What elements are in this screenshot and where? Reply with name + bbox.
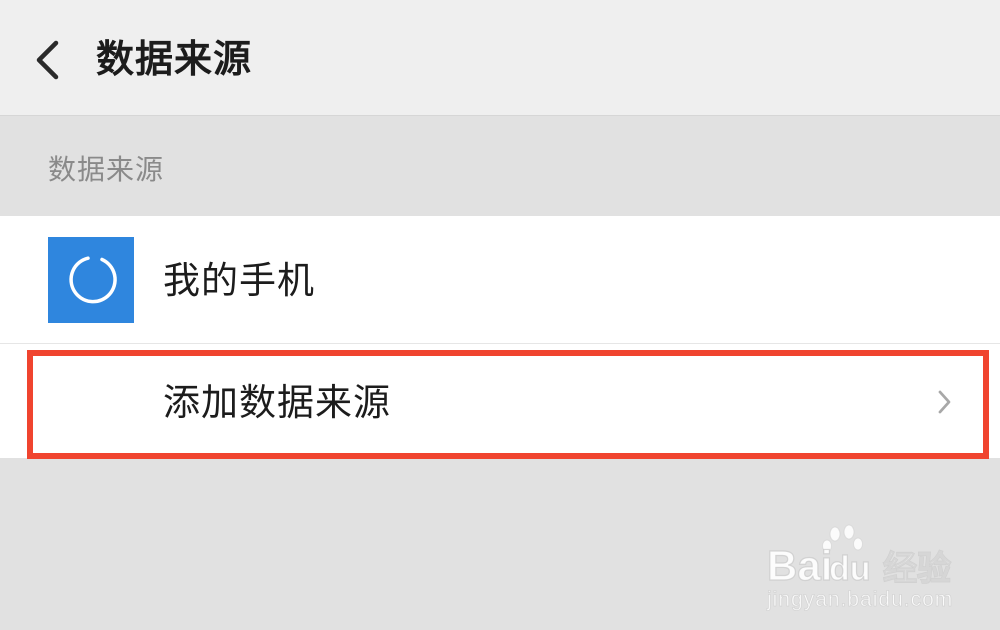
back-button[interactable] (22, 30, 72, 90)
watermark-brand-a: Bai (767, 542, 832, 589)
watermark-brand-b: du (829, 550, 871, 588)
data-source-list: 我的手机 添加数据来源 (0, 216, 1000, 458)
section-title: 数据来源 (48, 153, 165, 186)
top-bar: 数据来源 (0, 0, 1000, 116)
watermark-url: jingyan.baidu.com (766, 588, 953, 611)
watermark-brand-c: 经验 (883, 549, 951, 588)
list-item-my-phone[interactable]: 我的手机 (0, 216, 1000, 344)
list-item-label: 添加数据来源 (163, 381, 391, 424)
chevron-right-icon (938, 390, 951, 414)
list-item-add-data-source[interactable]: 添加数据来源 (0, 344, 1000, 458)
circle-icon (69, 256, 117, 304)
chevron-left-icon (36, 40, 59, 80)
phone-source-app-icon (48, 237, 134, 323)
paw-icon (822, 524, 863, 553)
baidu-watermark-logo: Bai du 经验 jingyan.baidu.com (766, 524, 953, 611)
page-title: 数据来源 (96, 37, 253, 81)
baidu-jingyan-watermark: Bai du 经验 jingyan.baidu.com (765, 522, 990, 612)
list-item-label: 我的手机 (163, 259, 315, 302)
